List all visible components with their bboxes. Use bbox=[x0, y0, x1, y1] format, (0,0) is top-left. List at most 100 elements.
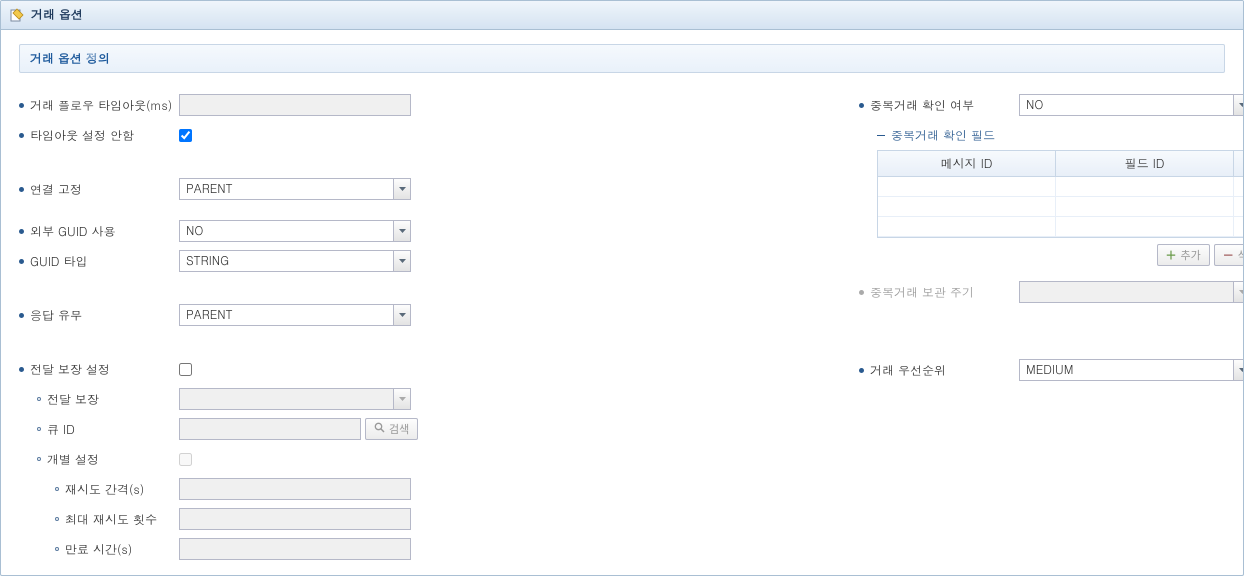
label-text: 타임아웃 설정 안함 bbox=[30, 127, 134, 144]
label-text: 거래 플로우 타임아웃(ms) bbox=[30, 97, 172, 114]
label-flow-timeout: 거래 플로우 타임아웃(ms) bbox=[19, 97, 179, 114]
label-conn-fix: 연결 고정 bbox=[19, 181, 179, 198]
queue-id-input bbox=[179, 418, 361, 440]
bullet-icon bbox=[37, 427, 41, 431]
label-text: 중복거래 보관 주기 bbox=[870, 284, 974, 301]
bullet-icon bbox=[55, 487, 59, 491]
select-value bbox=[1019, 281, 1244, 303]
cell bbox=[1056, 177, 1234, 196]
label-text: 중복거래 확인 여부 bbox=[870, 97, 974, 114]
select-value: MEDIUM bbox=[1019, 359, 1244, 381]
minus-icon: － bbox=[1223, 247, 1234, 263]
conn-fix-select[interactable]: PARENT bbox=[179, 178, 411, 200]
chevron-down-icon bbox=[1233, 360, 1244, 380]
label-text: 전달 보장 bbox=[47, 391, 99, 408]
cell bbox=[1234, 197, 1244, 216]
col-header-msg-id[interactable]: 메시지 ID bbox=[878, 151, 1056, 176]
label-resp: 응답 유무 bbox=[19, 307, 179, 324]
flow-timeout-input bbox=[179, 94, 411, 116]
label-priority: 거래 우선순위 bbox=[859, 362, 1019, 379]
edit-icon bbox=[9, 7, 25, 23]
label-dup-keep: 중복거래 보관 주기 bbox=[859, 284, 1019, 301]
select-value: NO bbox=[1019, 94, 1244, 116]
search-button: 검색 bbox=[365, 418, 418, 440]
label-text: 전달 보장 설정 bbox=[30, 361, 110, 378]
no-timeout-checkbox[interactable] bbox=[179, 129, 192, 142]
label-text: 연결 고정 bbox=[30, 181, 82, 198]
table-row bbox=[878, 217, 1244, 237]
left-column: 거래 플로우 타임아웃(ms) 타임아웃 설정 안함 연결 고정 bbox=[19, 91, 459, 565]
chevron-down-icon bbox=[393, 251, 410, 271]
col-header-field-id[interactable]: 필드 ID bbox=[1056, 151, 1234, 176]
bullet-icon bbox=[55, 517, 59, 521]
cell bbox=[1234, 177, 1244, 196]
label-text: 개별 설정 bbox=[47, 451, 99, 468]
bullet-icon bbox=[19, 187, 24, 192]
chevron-down-icon bbox=[1233, 95, 1244, 115]
bullet-icon bbox=[859, 368, 864, 373]
chevron-down-icon bbox=[1233, 282, 1244, 302]
label-text: 응답 유무 bbox=[30, 307, 82, 324]
grid-header: 메시지 ID 필드 ID bbox=[878, 151, 1244, 177]
plus-icon: ＋ bbox=[1166, 247, 1177, 263]
label-text: 큐 ID bbox=[47, 421, 75, 438]
table-row bbox=[878, 197, 1244, 217]
cell bbox=[1056, 217, 1234, 236]
label-text: 만료 시간(s) bbox=[65, 541, 132, 558]
bullet-icon bbox=[37, 457, 41, 461]
bullet-icon bbox=[859, 103, 864, 108]
label-expire: 만료 시간(s) bbox=[19, 541, 179, 558]
dash-icon bbox=[877, 135, 885, 136]
right-column: 중복거래 확인 여부 NO 중복거래 확인 필드 bbox=[499, 91, 1244, 565]
table-row bbox=[878, 177, 1244, 197]
label-text: GUID 타입 bbox=[30, 253, 88, 270]
dup-keep-select bbox=[1019, 281, 1244, 303]
button-label: 삭제 bbox=[1238, 247, 1244, 263]
bullet-icon bbox=[19, 229, 24, 234]
bullet-icon bbox=[19, 133, 24, 138]
dup-field-grid: 메시지 ID 필드 ID bbox=[877, 150, 1244, 238]
delivery-select bbox=[179, 388, 411, 410]
search-icon bbox=[374, 422, 385, 436]
legend-text: 중복거래 확인 필드 bbox=[891, 127, 995, 144]
label-retry-interval: 재시도 간격(s) bbox=[19, 481, 179, 498]
select-value: PARENT bbox=[179, 178, 411, 200]
retry-interval-input bbox=[179, 478, 411, 500]
cell bbox=[1056, 197, 1234, 216]
label-indiv-set: 개별 설정 bbox=[19, 451, 179, 468]
cell bbox=[878, 177, 1056, 196]
resp-select[interactable]: PARENT bbox=[179, 304, 411, 326]
priority-select[interactable]: MEDIUM bbox=[1019, 359, 1244, 381]
cell bbox=[878, 197, 1056, 216]
bullet-icon bbox=[55, 547, 59, 551]
label-delivery-set: 전달 보장 설정 bbox=[19, 361, 179, 378]
label-text: 최대 재시도 횟수 bbox=[65, 511, 157, 528]
bullet-icon bbox=[19, 367, 24, 372]
panel-body: 거래 옵션 정의 거래 플로우 타임아웃(ms) 타임아웃 설정 안함 bbox=[1, 30, 1243, 576]
label-delivery: 전달 보장 bbox=[19, 391, 179, 408]
dup-field-grid-wrap: 메시지 ID 필드 ID bbox=[877, 150, 1244, 238]
label-dup-check: 중복거래 확인 여부 bbox=[859, 97, 1019, 114]
label-queue-id: 큐 ID bbox=[19, 421, 179, 438]
label-no-timeout: 타임아웃 설정 안함 bbox=[19, 127, 179, 144]
panel-trade-options: 거래 옵션 거래 옵션 정의 거래 플로우 타임아웃(ms) 타임아웃 설정 안… bbox=[0, 0, 1244, 576]
chevron-down-icon bbox=[393, 305, 410, 325]
max-retry-input bbox=[179, 508, 411, 530]
label-max-retry: 최대 재시도 횟수 bbox=[19, 511, 179, 528]
expire-input bbox=[179, 538, 411, 560]
label-text: 거래 우선순위 bbox=[870, 362, 946, 379]
col-header-action bbox=[1234, 151, 1244, 176]
panel-title: 거래 옵션 bbox=[31, 6, 83, 23]
bullet-icon bbox=[859, 290, 864, 295]
bullet-icon bbox=[19, 259, 24, 264]
grid-button-bar: ＋ 추가 － 삭제 bbox=[877, 244, 1244, 266]
chevron-down-icon bbox=[393, 221, 410, 241]
dup-check-select[interactable]: NO bbox=[1019, 94, 1244, 116]
panel-header: 거래 옵션 bbox=[1, 1, 1243, 30]
delivery-set-checkbox[interactable] bbox=[179, 363, 192, 376]
cell bbox=[1234, 217, 1244, 236]
label-ext-guid: 외부 GUID 사용 bbox=[19, 223, 179, 240]
ext-guid-select[interactable]: NO bbox=[179, 220, 411, 242]
label-guid-type: GUID 타입 bbox=[19, 253, 179, 270]
guid-type-select[interactable]: STRING bbox=[179, 250, 411, 272]
